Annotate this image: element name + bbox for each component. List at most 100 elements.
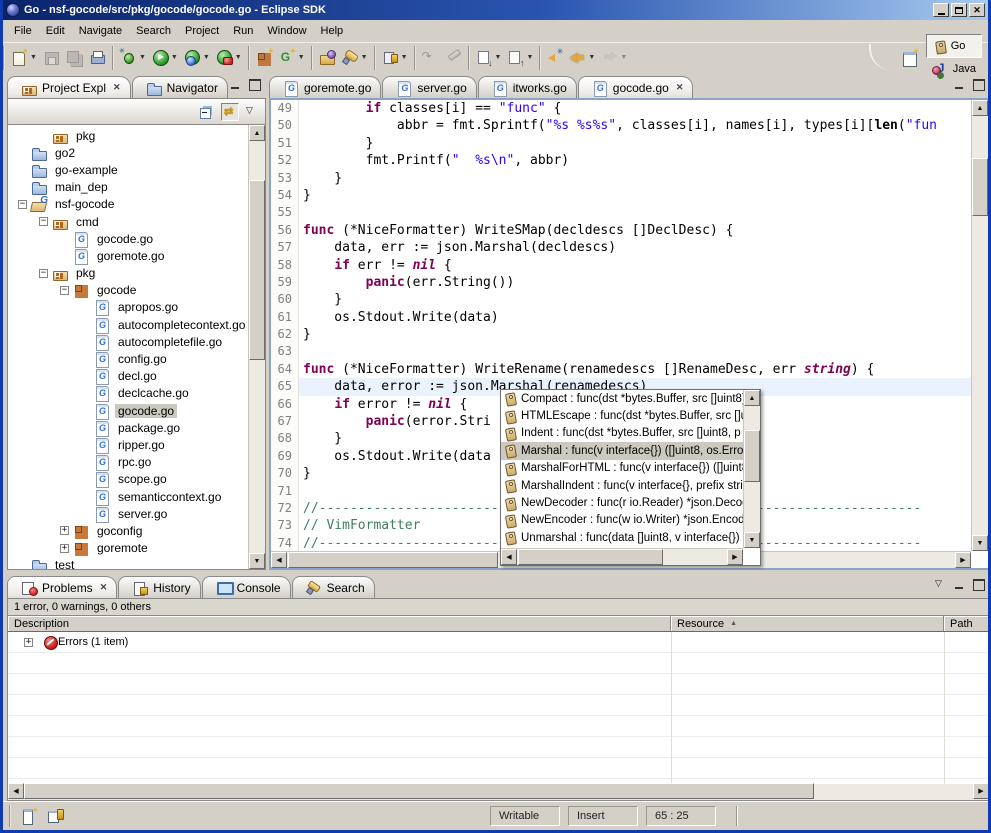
title-bar[interactable]: Go - nsf-gocode/src/pkg/gocode/gocode.go… <box>3 0 988 20</box>
menu-help[interactable]: Help <box>314 22 351 40</box>
tree-item[interactable]: apropos.go <box>8 299 248 316</box>
scroll-left-arrow-icon[interactable]: ◀ <box>501 549 517 565</box>
code-line[interactable]: 53 } <box>271 170 971 187</box>
new-wizard-button[interactable]: ▼ <box>8 47 40 69</box>
dropdown-arrow-icon[interactable]: ▼ <box>30 54 37 61</box>
dropdown-arrow-icon[interactable]: ▼ <box>361 54 368 61</box>
tree-item[interactable]: goremote.go <box>8 247 248 264</box>
tab-console[interactable]: Console <box>202 576 291 598</box>
profile-button[interactable]: ▼ <box>213 47 245 69</box>
tab-navigator[interactable]: Navigator <box>132 76 228 98</box>
code-line[interactable]: 55 <box>271 204 971 221</box>
tree-expander[interactable]: + <box>60 544 69 553</box>
minimize-button[interactable] <box>933 3 949 17</box>
editor-tab-gocode-go[interactable]: gocode.go✕ <box>578 76 694 98</box>
search-flashlight-button[interactable]: ▼ <box>339 47 371 69</box>
dropdown-arrow-icon[interactable]: ▼ <box>171 54 178 61</box>
completion-item[interactable]: Marshal : func(v interface{}) ([]uint8, … <box>501 442 743 459</box>
close-icon[interactable]: ✕ <box>676 82 684 93</box>
tree-item[interactable]: main_dep <box>8 179 248 196</box>
maximize-button[interactable] <box>951 3 967 17</box>
close-button[interactable]: ✕ <box>969 3 985 17</box>
tree-item[interactable]: semanticcontext.go <box>8 488 248 505</box>
tree-item[interactable]: autocompletefile.go <box>8 333 248 350</box>
scroll-down-arrow-icon[interactable]: ▼ <box>249 553 265 569</box>
tab-history[interactable]: History <box>118 576 200 598</box>
editor-minimize-button[interactable] <box>952 78 967 91</box>
tree-item[interactable]: rpc.go <box>8 454 248 471</box>
menu-project[interactable]: Project <box>178 22 226 40</box>
completion-item[interactable]: MarshalForHTML : func(v interface{}) ([]… <box>501 460 743 477</box>
editor-tab-itworks-go[interactable]: itworks.go <box>478 76 577 98</box>
explorer-maximize-button[interactable] <box>247 78 262 91</box>
restore-view-icon[interactable] <box>47 807 65 825</box>
tree-item[interactable]: go2 <box>8 144 248 161</box>
run-history-button[interactable]: ▼ <box>181 47 213 69</box>
dropdown-arrow-icon[interactable]: ▼ <box>526 54 533 61</box>
dropdown-arrow-icon[interactable]: ▼ <box>298 54 305 61</box>
dropdown-arrow-icon[interactable]: ▼ <box>203 54 210 61</box>
problems-row[interactable]: +Errors (1 item) <box>8 632 989 653</box>
code-line[interactable]: 50 abbr = fmt.Sprintf("%s %s%s", classes… <box>271 117 971 134</box>
problems-horizontal-scrollbar[interactable]: ◀ ▶ <box>7 784 990 801</box>
code-line[interactable]: 51 } <box>271 135 971 152</box>
editor-tab-server-go[interactable]: server.go <box>382 76 476 98</box>
collapse-all-button[interactable] <box>198 103 216 121</box>
next-annotation-button[interactable]: ▼ <box>473 47 505 69</box>
column-header-resource[interactable]: Resource▲ <box>671 616 944 631</box>
scrollbar-thumb[interactable] <box>744 430 760 482</box>
show-view-as-fast-view-icon[interactable] <box>21 807 39 825</box>
dropdown-arrow-icon[interactable]: ▼ <box>495 54 502 61</box>
scroll-right-arrow-icon[interactable]: ▶ <box>973 783 989 799</box>
menu-navigate[interactable]: Navigate <box>72 22 129 40</box>
back-button[interactable]: ▼ <box>567 47 598 69</box>
code-line[interactable]: 57 data, err := json.Marshal(decldescs) <box>271 239 971 256</box>
tree-expander[interactable]: + <box>60 526 69 535</box>
scroll-left-arrow-icon[interactable]: ◀ <box>8 783 24 799</box>
scroll-left-arrow-icon[interactable]: ◀ <box>271 552 287 568</box>
tree-item[interactable]: +goconfig <box>8 522 248 539</box>
problems-minimize-button[interactable] <box>952 578 967 591</box>
scrollbar-thumb[interactable] <box>24 783 814 799</box>
open-resource-button[interactable] <box>316 47 339 69</box>
menu-search[interactable]: Search <box>129 22 178 40</box>
annotation-button[interactable]: ▼ <box>379 47 411 69</box>
code-line[interactable]: 54} <box>271 187 971 204</box>
code-line[interactable]: 62} <box>271 326 971 343</box>
link-with-editor-toggle[interactable] <box>221 103 239 121</box>
code-line[interactable]: 56func (*NiceFormatter) WriteSMap(declde… <box>271 222 971 239</box>
scroll-right-arrow-icon[interactable]: ▶ <box>727 549 743 565</box>
tree-item[interactable]: gocode.go <box>8 402 248 419</box>
tree-item[interactable]: autocompletecontext.go <box>8 316 248 333</box>
tree-item[interactable]: −nsf-gocode <box>8 196 248 213</box>
completion-item[interactable]: NewDecoder : func(r io.Reader) *json.Dec… <box>501 494 743 511</box>
close-icon[interactable]: ✕ <box>113 82 121 93</box>
tree-item[interactable]: go-example <box>8 161 248 178</box>
close-icon[interactable]: ✕ <box>100 582 108 593</box>
scrollbar-thumb[interactable] <box>249 180 265 360</box>
scroll-right-arrow-icon[interactable]: ▶ <box>955 552 971 568</box>
editor-vertical-scrollbar[interactable]: ▲ ▼ <box>971 100 988 551</box>
scroll-down-arrow-icon[interactable]: ▼ <box>972 535 988 551</box>
perspective-go[interactable]: Go <box>926 34 982 58</box>
completion-item[interactable]: NewEncoder : func(w io.Writer) *json.Enc… <box>501 512 743 529</box>
code-line[interactable]: 52 fmt.Printf(" %s\n", abbr) <box>271 152 971 169</box>
tree-item[interactable]: −pkg <box>8 265 248 282</box>
dropdown-arrow-icon[interactable]: ▼ <box>235 54 242 61</box>
column-header-description[interactable]: Description <box>8 616 671 631</box>
column-header-path[interactable]: Path <box>944 616 989 631</box>
code-line[interactable]: 63 <box>271 343 971 360</box>
tree-item[interactable]: test <box>8 557 248 569</box>
tab-problems[interactable]: Problems✕ <box>7 576 117 598</box>
popup-vertical-scrollbar[interactable]: ▲ ▼ <box>743 390 760 548</box>
explorer-vertical-scrollbar[interactable]: ▲ ▼ <box>248 125 265 569</box>
tree-expander[interactable]: − <box>39 217 48 226</box>
tree-item[interactable]: −gocode <box>8 282 248 299</box>
previous-annotation-button[interactable]: ▼ <box>504 47 536 69</box>
tab-project-expl[interactable]: Project Expl✕ <box>7 76 131 98</box>
tree-expander[interactable]: − <box>60 286 69 295</box>
open-perspective-button[interactable] <box>899 46 922 68</box>
scroll-up-arrow-icon[interactable]: ▲ <box>972 100 988 116</box>
tree-item[interactable]: scope.go <box>8 471 248 488</box>
tree-item[interactable]: declcache.go <box>8 385 248 402</box>
